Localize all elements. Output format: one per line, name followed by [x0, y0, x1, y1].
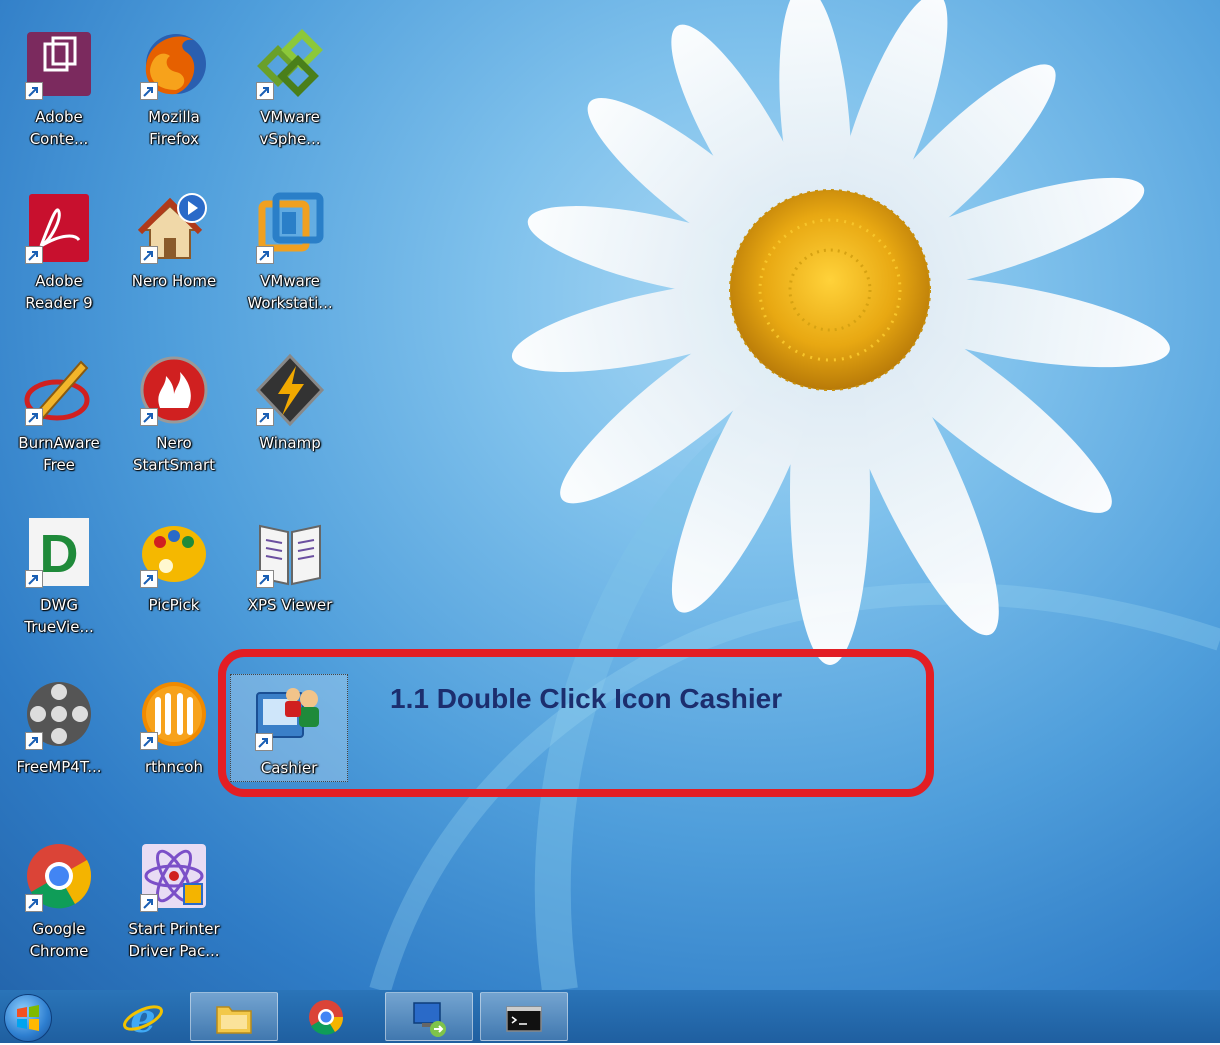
icon-label: XPS Viewer — [247, 596, 333, 614]
taskbar-google-chrome[interactable] — [283, 992, 371, 1041]
taskbar: e — [0, 990, 1220, 1043]
shortcut-arrow-icon — [25, 246, 43, 264]
nero-home-icon — [136, 190, 212, 266]
vmware-workstation-icon — [252, 190, 328, 266]
taskbar-command-prompt[interactable] — [480, 992, 568, 1041]
desktop-icon-adobe-reader[interactable]: Adobe Reader 9 — [4, 190, 114, 314]
printer-driver-atom-icon — [136, 838, 212, 914]
taskbar-remote-desktop[interactable] — [385, 992, 473, 1041]
svg-text:D: D — [40, 524, 79, 584]
instruction-callout: 1.1 Double Click Icon Cashier — [390, 683, 783, 714]
taskbar-file-explorer[interactable] — [190, 992, 278, 1041]
chrome-icon — [21, 838, 97, 914]
desktop-icon-mozilla-firefox[interactable]: Mozilla Firefox — [119, 26, 229, 150]
start-button[interactable] — [4, 994, 52, 1042]
desktop-icon-nero-home[interactable]: Nero Home — [119, 190, 229, 292]
winamp-icon — [252, 352, 328, 428]
desktop-icon-winamp[interactable]: Winamp — [235, 352, 345, 454]
film-reel-icon — [21, 676, 97, 752]
shortcut-arrow-icon — [140, 570, 158, 588]
icon-label: FreeMP4T... — [16, 758, 102, 776]
icon-label: VMware Workstati... — [247, 272, 333, 312]
desktop-icon-google-chrome[interactable]: Google Chrome — [4, 838, 114, 962]
shortcut-arrow-icon — [256, 82, 274, 100]
icon-label: VMware vSphe... — [259, 108, 321, 148]
desktop-icon-nero-startsmart[interactable]: Nero StartSmart — [119, 352, 229, 476]
shortcut-arrow-icon — [256, 570, 274, 588]
highlight-box — [218, 649, 934, 797]
icon-label: DWG TrueVie... — [24, 596, 94, 636]
shortcut-arrow-icon — [140, 894, 158, 912]
icon-label: Google Chrome — [29, 920, 89, 960]
icon-label: Adobe Reader 9 — [25, 272, 93, 312]
icon-label: rthncoh — [145, 758, 203, 776]
desktop-icon-rthncoh[interactable]: rthncoh — [119, 676, 229, 778]
shortcut-arrow-icon — [140, 408, 158, 426]
icon-label: Nero Home — [131, 272, 217, 290]
desktop-icon-dwg-trueview[interactable]: D DWG TrueVie... — [4, 514, 114, 638]
nero-startsmart-icon — [136, 352, 212, 428]
vmware-vsphere-icon — [252, 26, 328, 102]
shortcut-arrow-icon — [256, 408, 274, 426]
shortcut-arrow-icon — [256, 246, 274, 264]
shortcut-arrow-icon — [25, 894, 43, 912]
svg-text:e: e — [130, 996, 155, 1038]
icon-label: PicPick — [148, 596, 200, 614]
icon-label: Adobe Conte... — [29, 108, 89, 148]
desktop-icon-vmware-workstation[interactable]: VMware Workstati... — [235, 190, 345, 314]
shortcut-arrow-icon — [25, 570, 43, 588]
adobe-contribute-icon — [21, 26, 97, 102]
desktop-icon-picpick[interactable]: PicPick — [119, 514, 229, 616]
shortcut-arrow-icon — [25, 732, 43, 750]
desktop-icon-adobe-contribute[interactable]: Adobe Conte... — [4, 26, 114, 150]
burnaware-icon — [21, 352, 97, 428]
windows-logo-icon — [17, 1005, 39, 1031]
dwg-trueview-icon: D — [21, 514, 97, 590]
firefox-icon — [136, 26, 212, 102]
shortcut-arrow-icon — [140, 246, 158, 264]
shortcut-arrow-icon — [140, 82, 158, 100]
picpick-palette-icon — [136, 514, 212, 590]
internet-explorer-icon: e — [123, 996, 163, 1038]
shortcut-arrow-icon — [140, 732, 158, 750]
adobe-reader-icon — [21, 190, 97, 266]
chrome-icon — [309, 1000, 344, 1035]
desktop-icon-vmware-vsphere[interactable]: VMware vSphe... — [235, 26, 345, 150]
shortcut-arrow-icon — [25, 408, 43, 426]
shortcut-arrow-icon — [25, 82, 43, 100]
desktop-icon-freemp4[interactable]: FreeMP4T... — [4, 676, 114, 778]
xps-viewer-book-icon — [252, 514, 328, 590]
rthncoh-icon — [136, 676, 212, 752]
remote-desktop-icon — [413, 1002, 446, 1037]
icon-label: Mozilla Firefox — [148, 108, 200, 148]
icon-label: Start Printer Driver Pac... — [128, 920, 220, 960]
desktop-icon-xps-viewer[interactable]: XPS Viewer — [235, 514, 345, 616]
folder-icon — [216, 1006, 252, 1034]
icon-label: Winamp — [259, 434, 321, 452]
taskbar-internet-explorer[interactable]: e — [100, 992, 188, 1041]
desktop-icon-burnaware-free[interactable]: BurnAware Free — [4, 352, 114, 476]
icon-label: BurnAware Free — [18, 434, 100, 474]
desktop-icon-start-printer[interactable]: Start Printer Driver Pac... — [119, 838, 229, 962]
desktop: Adobe Conte... Adobe Reader 9 BurnAware Fre… — [0, 0, 1220, 990]
icon-label: Nero StartSmart — [132, 434, 216, 474]
command-prompt-icon — [506, 1006, 542, 1032]
